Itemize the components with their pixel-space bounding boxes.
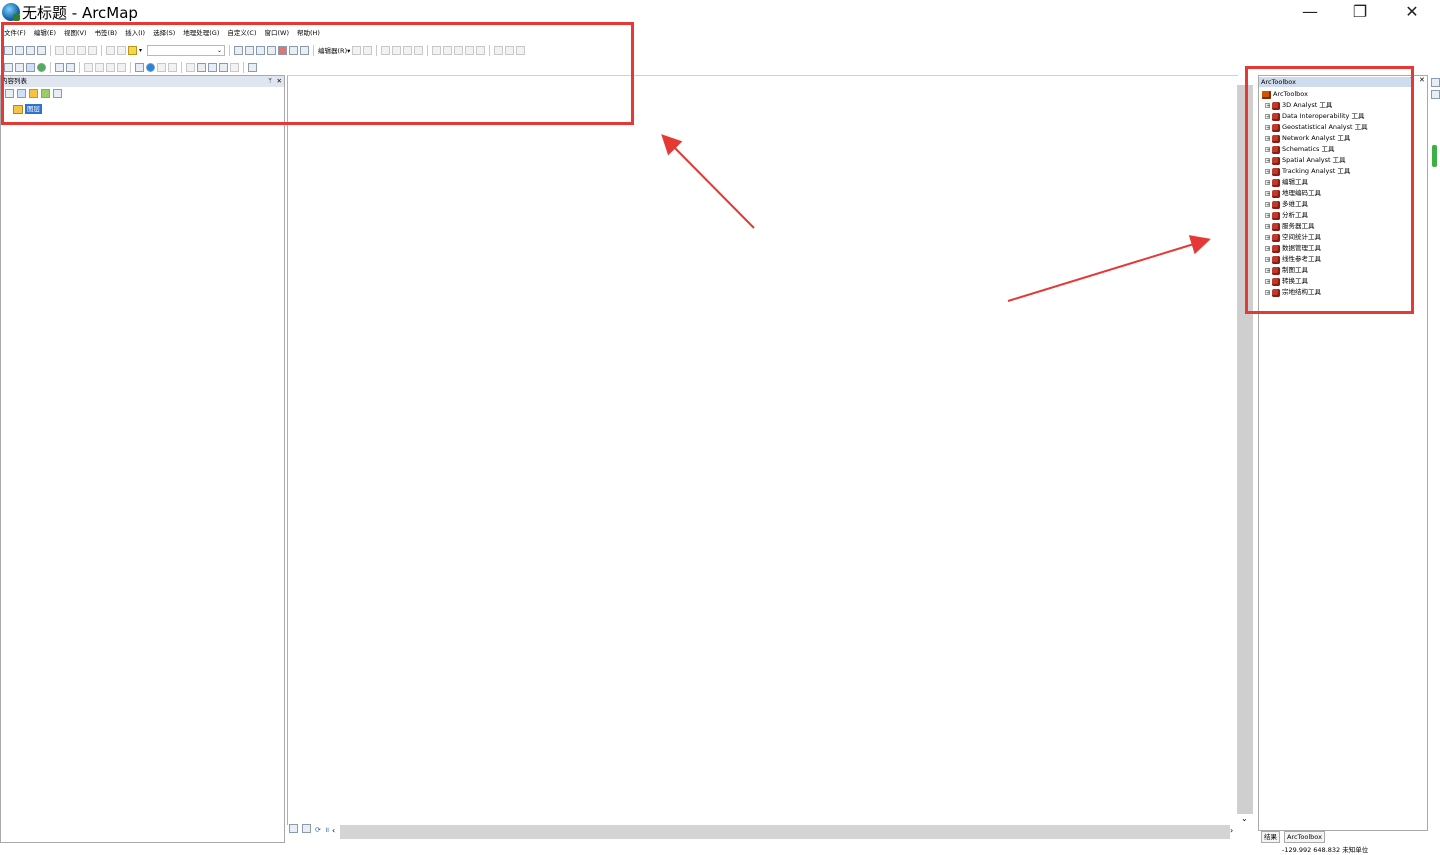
annotation-arrow-right [1007,235,1211,302]
annotation-arrows [661,134,1211,302]
annotation-arrow-left [661,134,755,229]
